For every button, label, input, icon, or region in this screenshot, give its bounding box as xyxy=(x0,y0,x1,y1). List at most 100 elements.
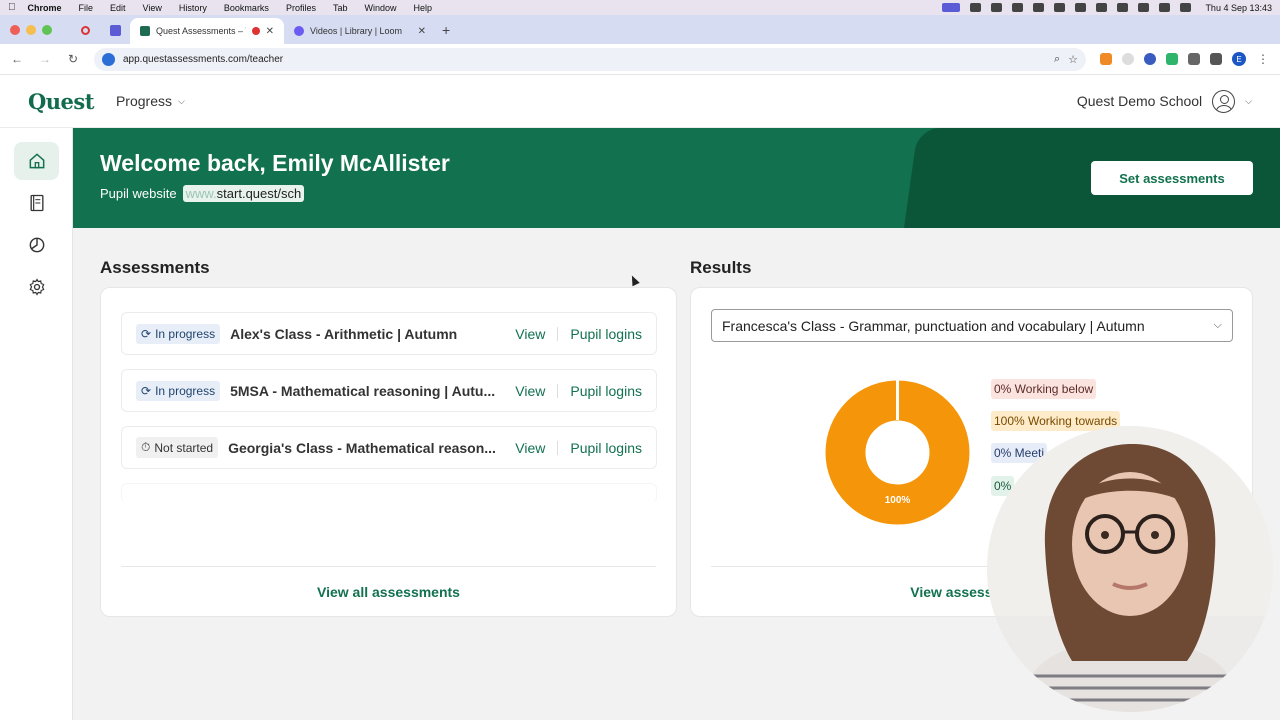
menu-clock[interactable]: Thu 4 Sep 13:43 xyxy=(1205,3,1272,13)
status-badge: ⟳ In progress xyxy=(136,380,221,401)
info-status-icon[interactable] xyxy=(1033,3,1045,12)
menu-app[interactable]: Chrome xyxy=(28,3,62,13)
legend-working-below: 0% Working below xyxy=(991,379,1097,399)
battery-icon[interactable] xyxy=(1096,3,1108,12)
screen-record-icon[interactable] xyxy=(942,3,961,12)
new-tab-icon[interactable]: + xyxy=(442,22,450,38)
forward-icon[interactable]: → xyxy=(38,52,52,66)
menu-tab[interactable]: Tab xyxy=(333,3,348,13)
wifi-icon[interactable] xyxy=(1117,3,1129,12)
webcam-bubble[interactable] xyxy=(987,426,1273,712)
home-icon xyxy=(29,153,44,169)
extension-circle-icon[interactable] xyxy=(1122,53,1134,65)
bookmark-star-icon[interactable]: ☆ xyxy=(1068,53,1078,66)
recording-indicator-icon xyxy=(251,27,260,35)
chevron-down-icon: ⌵ xyxy=(177,95,185,106)
profile-avatar[interactable]: E xyxy=(1232,52,1246,66)
close-tab-icon[interactable]: ✕ xyxy=(266,26,274,37)
status-badge: ⏱ Not started xyxy=(136,437,219,458)
back-icon[interactable]: ← xyxy=(10,52,24,66)
pupil-url-prefix: www. xyxy=(185,186,217,201)
set-assessments-button[interactable]: Set assessments xyxy=(1091,161,1253,195)
control-center-icon[interactable] xyxy=(1159,3,1171,12)
more-menu-icon[interactable]: ⋮ xyxy=(1256,52,1270,66)
assessment-name[interactable]: 5MSA - Mathematical reasoning | Autu... xyxy=(230,383,503,399)
sidebar-item-home[interactable] xyxy=(14,142,59,180)
apple-icon[interactable]:  xyxy=(8,2,16,13)
sidebar-item-results[interactable] xyxy=(14,226,59,264)
assessment-row[interactable]: ⟳ In progress Alex's Class - Arithmetic |… xyxy=(121,312,657,355)
timer-icon: ⏱ xyxy=(141,440,151,454)
zoom-window-button[interactable] xyxy=(42,25,52,35)
extension-orange-icon[interactable] xyxy=(1100,53,1112,65)
menu-help[interactable]: Help xyxy=(413,3,432,13)
pinned-tab-recorder[interactable] xyxy=(70,19,100,41)
extensions-row: E ⋮ xyxy=(1100,52,1270,66)
chart-pie-icon xyxy=(29,237,44,253)
menu-view[interactable]: View xyxy=(143,3,162,13)
menu-edit[interactable]: Edit xyxy=(110,3,126,13)
assessments-heading: Assessments xyxy=(100,258,210,277)
menu-history[interactable]: History xyxy=(179,3,207,13)
mouse-cursor-icon xyxy=(628,273,640,287)
tab-loom[interactable]: Videos | Library | Loom ✕ xyxy=(284,18,436,44)
extension-status-icon[interactable] xyxy=(1012,3,1024,12)
menu-file[interactable]: File xyxy=(79,3,94,13)
notion-icon[interactable] xyxy=(970,3,982,12)
menu-bookmarks[interactable]: Bookmarks xyxy=(224,3,269,13)
view-link[interactable]: View xyxy=(515,326,545,342)
browser-toolbar: ← → ↻ app.questassessments.com/teacher ⌕… xyxy=(0,44,1280,75)
chevron-down-icon: ⌵ xyxy=(1213,319,1222,331)
pupil-website-label: Pupil website xyxy=(100,186,177,201)
url-text[interactable]: app.questassessments.com/teacher xyxy=(123,54,1046,65)
address-bar[interactable]: app.questassessments.com/teacher ⌕ ☆ xyxy=(94,47,1086,71)
tab-quest[interactable]: Quest Assessments – The ✕ xyxy=(130,18,284,44)
extension-green-icon[interactable] xyxy=(1166,53,1178,65)
close-window-button[interactable] xyxy=(10,25,20,35)
assessment-row[interactable]: ⏱ Not started Georgia's Class - Mathemati… xyxy=(121,426,657,469)
pupil-logins-link[interactable]: Pupil logins xyxy=(570,440,642,456)
sidebar-item-settings[interactable] xyxy=(14,268,59,306)
menu-window[interactable]: Window xyxy=(364,3,396,13)
zoom-icon[interactable]: ⌕ xyxy=(1054,53,1060,66)
divider xyxy=(557,383,559,398)
presenter-video xyxy=(987,426,1273,712)
assessment-row[interactable]: ⟳ In progress 5MSA - Mathematical reasoni… xyxy=(121,369,657,412)
search-icon[interactable] xyxy=(1138,3,1150,12)
bluetooth-icon[interactable] xyxy=(1075,3,1087,12)
view-all-assessments-link[interactable]: View all assessments xyxy=(101,584,676,600)
progress-menu-label: Progress xyxy=(115,93,172,109)
moon-icon[interactable] xyxy=(1054,3,1066,12)
status-area: Thu 4 Sep 13:43 xyxy=(942,3,1272,13)
extension-info-icon[interactable] xyxy=(1144,53,1156,65)
school-account-menu[interactable]: Quest Demo School ⌵ xyxy=(1076,89,1252,113)
tab-strip: Quest Assessments – The ✕ Videos | Libra… xyxy=(0,15,1280,44)
pupil-logins-link[interactable]: Pupil logins xyxy=(570,326,642,342)
view-link[interactable]: View xyxy=(515,440,545,456)
pinned-tab-search[interactable] xyxy=(100,19,130,41)
class-select[interactable]: Francesca's Class - Grammar, punctuation… xyxy=(711,309,1233,342)
sidebar-item-assessments[interactable] xyxy=(14,184,59,222)
close-tab-icon[interactable]: ✕ xyxy=(418,26,426,37)
extensions-puzzle-icon[interactable] xyxy=(1188,53,1200,65)
pupil-website-link[interactable]: www.start.quest/sch xyxy=(182,185,305,202)
pupil-logins-link[interactable]: Pupil logins xyxy=(570,383,642,399)
quest-logo[interactable]: Quest xyxy=(28,89,94,114)
download-icon[interactable] xyxy=(1210,53,1222,65)
view-link[interactable]: View xyxy=(515,383,545,399)
siri-icon[interactable] xyxy=(1180,3,1192,12)
menu-profiles[interactable]: Profiles xyxy=(286,3,316,13)
site-info-icon[interactable] xyxy=(102,52,115,66)
welcome-banner: Welcome back, Emily McAllister Pupil web… xyxy=(73,128,1280,228)
minimize-window-button[interactable] xyxy=(26,25,36,35)
results-donut-chart: 100% xyxy=(825,380,970,525)
assessment-name[interactable]: Georgia's Class - Mathematical reason... xyxy=(228,440,503,456)
loom-favicon-icon xyxy=(294,26,304,36)
reload-icon[interactable]: ↻ xyxy=(66,52,80,66)
assessment-name[interactable]: Alex's Class - Arithmetic | Autumn xyxy=(230,326,503,342)
app-status-icon[interactable] xyxy=(991,3,1003,12)
progress-menu[interactable]: Progress ⌵ xyxy=(116,93,185,109)
school-name: Quest Demo School xyxy=(1076,93,1203,109)
window-controls xyxy=(10,25,52,35)
results-heading: Results xyxy=(690,258,752,277)
